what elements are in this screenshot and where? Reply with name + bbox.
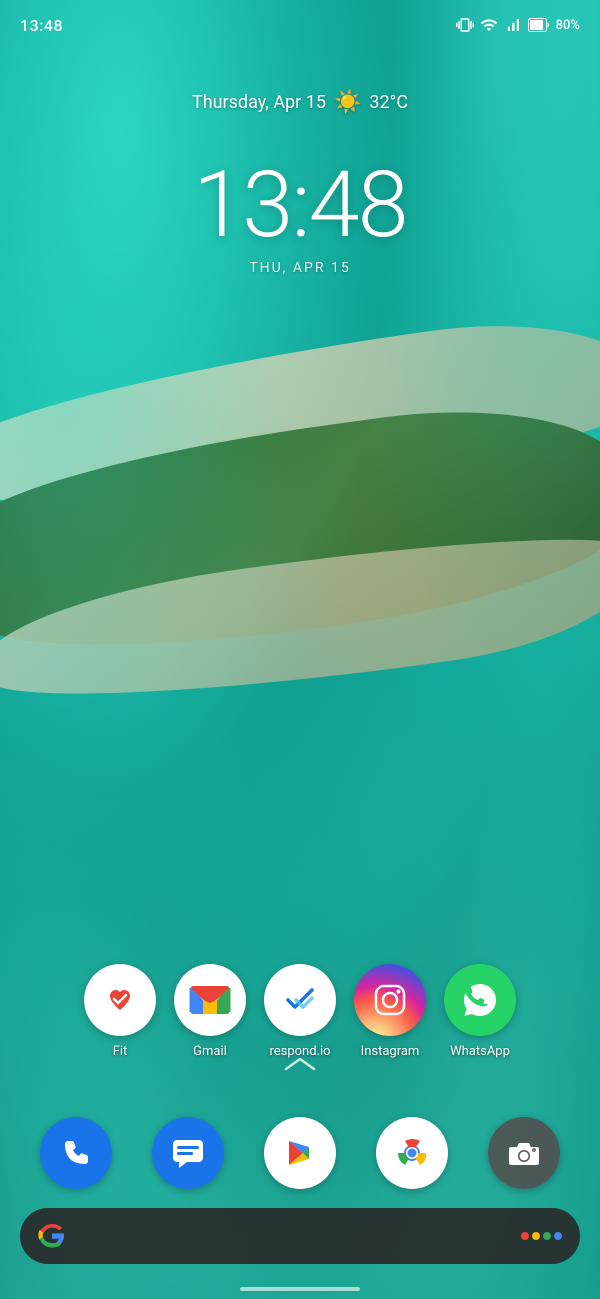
weather-date-text: Thursday, Apr 15 <box>192 92 326 113</box>
dock-camera[interactable] <box>488 1117 560 1189</box>
fit-svg <box>100 980 140 1020</box>
gmail-icon[interactable] <box>174 964 246 1036</box>
camera-icon[interactable] <box>488 1117 560 1189</box>
dock-messages[interactable] <box>152 1117 224 1189</box>
messages-svg <box>169 1134 207 1172</box>
swipe-indicator[interactable] <box>282 1055 318 1079</box>
respond-icon[interactable] <box>264 964 336 1036</box>
clock-widget: 13:48 THU, APR 15 <box>0 160 600 276</box>
chrome-icon[interactable] <box>376 1117 448 1189</box>
dot-green <box>543 1232 551 1240</box>
google-g-icon <box>38 1222 66 1250</box>
dot-blue <box>554 1232 562 1240</box>
dot-yellow <box>532 1232 540 1240</box>
phone-icon[interactable] <box>40 1117 112 1189</box>
dock-play[interactable] <box>264 1117 336 1189</box>
vibrate-icon <box>456 16 474 34</box>
instagram-svg <box>371 981 409 1019</box>
status-bar: 13:48 80% <box>0 0 600 50</box>
weather-widget: Thursday, Apr 15 ☀️ 32°C <box>0 90 600 115</box>
fit-icon[interactable] <box>84 964 156 1036</box>
whatsapp-icon[interactable] <box>444 964 516 1036</box>
phone-svg <box>58 1135 94 1171</box>
dock-chrome[interactable] <box>376 1117 448 1189</box>
whatsapp-svg <box>459 979 501 1021</box>
camera-svg <box>505 1134 543 1172</box>
chrome-svg <box>392 1133 432 1173</box>
gmail-svg <box>189 984 231 1016</box>
wifi-icon <box>480 16 498 34</box>
dock <box>20 1117 580 1189</box>
play-svg <box>281 1134 319 1172</box>
swipe-chevron-icon <box>282 1055 318 1075</box>
app-respond[interactable]: respond.io <box>264 964 336 1059</box>
google-assistant-icon[interactable] <box>521 1232 562 1240</box>
battery-icon <box>528 18 550 32</box>
dock-phone[interactable] <box>40 1117 112 1189</box>
messages-icon[interactable] <box>152 1117 224 1189</box>
weather-date: Thursday, Apr 15 ☀️ 32°C <box>0 90 600 115</box>
dot-red <box>521 1232 529 1240</box>
clock-date: THU, APR 15 <box>0 260 600 276</box>
battery-percentage: 80% <box>556 18 580 33</box>
app-gmail[interactable]: Gmail <box>174 964 246 1059</box>
home-indicator[interactable] <box>240 1287 360 1291</box>
respond-svg <box>280 980 320 1020</box>
search-bar[interactable] <box>20 1208 580 1264</box>
fit-label: Fit <box>113 1044 128 1059</box>
app-whatsapp[interactable]: WhatsApp <box>444 964 516 1059</box>
whatsapp-label: WhatsApp <box>450 1044 510 1059</box>
status-time: 13:48 <box>20 16 63 35</box>
gmail-label: Gmail <box>193 1044 227 1059</box>
signal-icon <box>504 16 522 34</box>
play-icon[interactable] <box>264 1117 336 1189</box>
app-instagram[interactable]: Instagram <box>354 964 426 1059</box>
app-grid: Fit Gmail respond.io <box>0 964 600 1059</box>
status-icons: 80% <box>456 16 580 34</box>
instagram-icon[interactable] <box>354 964 426 1036</box>
app-fit[interactable]: Fit <box>84 964 156 1059</box>
weather-temperature: 32°C <box>369 92 408 113</box>
clock-time: 13:48 <box>0 160 600 252</box>
weather-sun-icon: ☀️ <box>334 90 361 115</box>
instagram-label: Instagram <box>361 1044 420 1059</box>
